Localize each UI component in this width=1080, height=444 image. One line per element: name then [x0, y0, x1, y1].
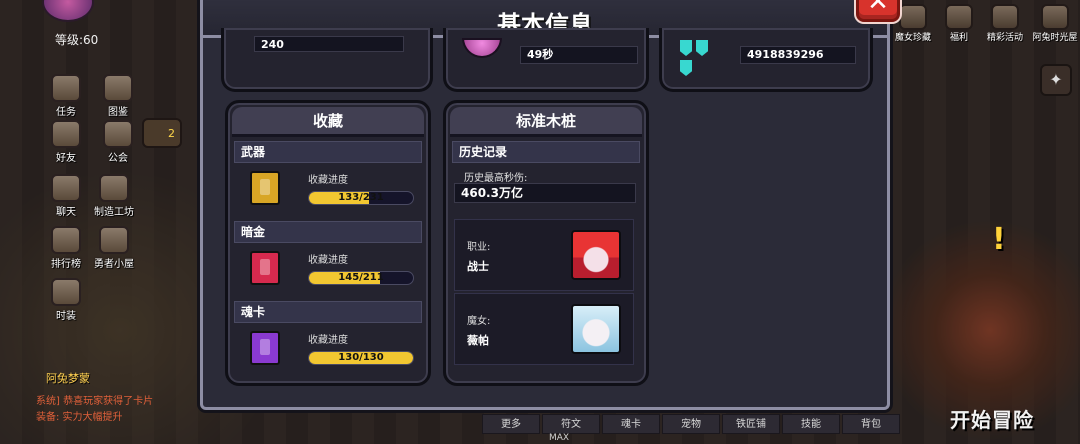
guild-button[interactable]: 公会 [96, 120, 140, 164]
progress-bar: 133/231 [308, 191, 414, 205]
tab-more[interactable]: 更多 [482, 414, 540, 434]
stat-value: 4918839296 [740, 46, 856, 64]
gem-icon [462, 38, 502, 58]
codex-icon [103, 74, 133, 102]
gift-icon [945, 4, 973, 30]
pet-name: 阿兔梦蒙 [46, 372, 90, 385]
time-house-button[interactable]: 阿兔时光屋 [1032, 4, 1078, 43]
progress-text: 133/231 [338, 192, 384, 203]
basic-info-dialog: 基本信息 240 49秒 4918839296 收藏 武器 收藏进度 133/2… [200, 0, 890, 410]
weapon-collection-icon[interactable] [250, 171, 280, 205]
progress-label: 收藏进度 [308, 255, 348, 266]
stat-panel-right: 4918839296 [659, 28, 873, 92]
training-dummy-panel: 标准木桩 历史记录 历史最高秒伤: 460.3万亿 职业: 战士 魔女: 薇帕 [443, 100, 649, 386]
exclamation-icon[interactable]: ! [992, 222, 1006, 257]
progress-bar: 130/130 [308, 351, 414, 365]
rabbit-icon[interactable]: ✦ [1040, 64, 1072, 96]
task-button[interactable]: 任务 [44, 74, 88, 118]
history-header: 历史记录 [452, 141, 640, 163]
tab-runes[interactable]: 符文 [542, 414, 600, 434]
tab-pets[interactable]: 宠物 [662, 414, 720, 434]
ranking-button[interactable]: 排行榜 [44, 226, 88, 270]
chat-line: 装备: 实力大幅提升 [36, 412, 123, 423]
progress-label: 收藏进度 [308, 335, 348, 346]
stat-value: 49秒 [520, 46, 638, 64]
collection-panel: 收藏 武器 收藏进度 133/231 暗金 收藏进度 145/211 魂卡 收藏… [225, 100, 431, 386]
collection-title: 收藏 [232, 107, 424, 137]
max-dps-value: 460.3万亿 [454, 183, 636, 203]
stat-panel-middle: 49秒 [443, 28, 649, 92]
witch-portrait[interactable] [571, 304, 621, 354]
tab-soul-cards[interactable]: 魂卡 [602, 414, 660, 434]
hut-button[interactable]: 勇者小屋 [92, 226, 136, 270]
trophy-icon [51, 226, 81, 254]
hanger-icon [51, 278, 81, 306]
close-button[interactable]: ✕ [856, 0, 900, 22]
quill-badge[interactable]: 2 [142, 118, 182, 148]
events-icon [991, 4, 1019, 30]
progress-label: 收藏进度 [308, 175, 348, 186]
events-button[interactable]: 精彩活动 [982, 4, 1028, 43]
chat-line: 系统] 恭喜玩家获得了卡片 [36, 396, 154, 407]
dark-gold-collection-icon[interactable] [250, 251, 280, 285]
left-hud: 等级:60 任务 图鉴 好友 公会 2 聊天 制造工坊 排行榜 勇者小屋 时装 … [0, 0, 200, 444]
welfare-button[interactable]: 福利 [936, 4, 982, 43]
witch-shop-icon [899, 4, 927, 30]
fashion-button[interactable]: 时装 [44, 278, 88, 322]
category-row-dark-gold: 暗金 [234, 221, 422, 243]
category-row-soul-card: 魂卡 [234, 301, 422, 323]
friends-icon [51, 120, 81, 148]
workshop-button[interactable]: 制造工坊 [92, 174, 136, 218]
job-value: 战士 [467, 260, 489, 273]
hut-icon [99, 226, 129, 254]
stat-value: 240 [254, 36, 404, 52]
job-label: 职业: [467, 242, 491, 253]
player-avatar[interactable] [42, 0, 94, 22]
max-dps-label: 历史最高秒伤: [464, 173, 528, 184]
tab-backpack[interactable]: 背包 [842, 414, 900, 434]
progress-text: 145/211 [338, 272, 384, 283]
stat-panel-left: 240 [221, 28, 433, 92]
chat-button[interactable]: 聊天 [44, 174, 88, 218]
codex-button[interactable]: 图鉴 [96, 74, 140, 118]
friends-button[interactable]: 好友 [44, 120, 88, 164]
job-card: 职业: 战士 [454, 219, 634, 291]
bottom-tab-bar: 更多 符文 魂卡 宠物 铁匠铺 技能 背包 [482, 414, 902, 434]
tab-skills[interactable]: 技能 [782, 414, 840, 434]
witch-card: 魔女: 薇帕 [454, 293, 634, 365]
max-label: MAX [549, 433, 570, 443]
tab-blacksmith[interactable]: 铁匠铺 [722, 414, 780, 434]
start-adventure-button[interactable]: 开始冒险 [950, 404, 1034, 433]
warrior-portrait[interactable] [571, 230, 621, 280]
chat-icon [51, 174, 81, 202]
workshop-icon [99, 174, 129, 202]
witch-label: 魔女: [467, 316, 491, 327]
progress-text: 130/130 [338, 352, 384, 363]
dummy-title: 标准木桩 [450, 107, 642, 137]
progress-bar: 145/211 [308, 271, 414, 285]
guild-icon [103, 120, 133, 148]
witch-value: 薇帕 [467, 334, 489, 347]
category-row-weapon: 武器 [234, 141, 422, 163]
task-icon [51, 74, 81, 102]
time-house-icon [1041, 4, 1069, 30]
player-level: 等级:60 [55, 33, 99, 47]
soul-card-collection-icon[interactable] [250, 331, 280, 365]
wing-icon [680, 40, 724, 76]
